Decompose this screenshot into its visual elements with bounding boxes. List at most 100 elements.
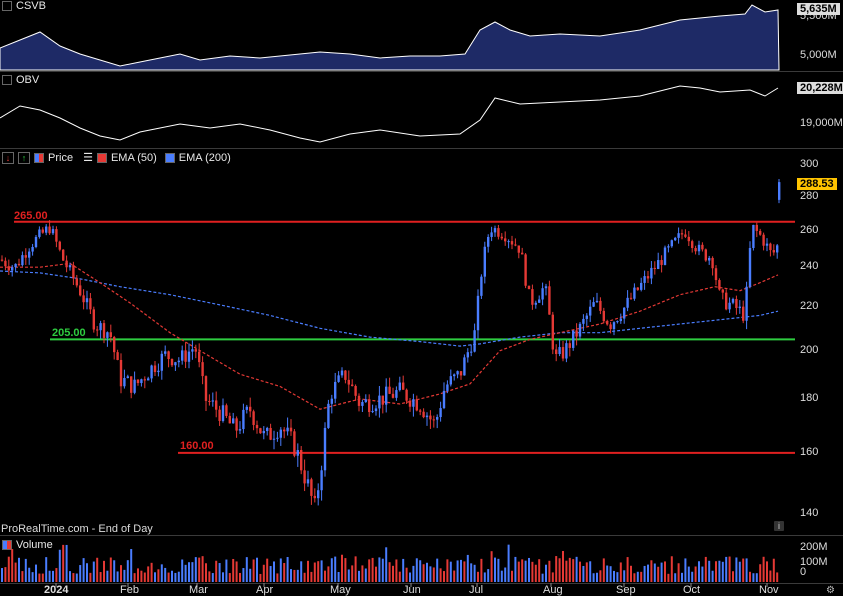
price-candle [293, 431, 296, 456]
csvb-tick: 5,000M [800, 49, 837, 61]
volume-bar [320, 560, 323, 582]
volume-bar [708, 560, 711, 582]
price-candle [249, 406, 252, 412]
volume-bar [664, 561, 666, 582]
volume-bar [364, 568, 367, 582]
price-candle [388, 386, 391, 394]
x-axis-label: Sep [616, 584, 636, 596]
price-candle [524, 254, 527, 286]
price-candle [320, 470, 323, 491]
volume-bar [354, 556, 357, 582]
price-candle [575, 330, 578, 337]
price-candle [181, 350, 184, 361]
price-candle [327, 403, 330, 428]
price-candle [599, 300, 602, 311]
volume-bar [759, 564, 762, 582]
volume-bar [86, 563, 88, 582]
volume-bar [48, 570, 51, 582]
volume-bar [517, 561, 520, 582]
volume-bar [38, 573, 41, 582]
price-candle [653, 267, 656, 270]
volume-bar [534, 564, 537, 582]
volume-bar [687, 566, 690, 582]
volume-bar [116, 571, 119, 582]
volume-bar [188, 562, 190, 582]
volume-bar [337, 572, 340, 582]
price-candle [85, 298, 89, 303]
price-candle [674, 237, 677, 241]
volume-bar [718, 560, 721, 582]
price-candle [572, 330, 575, 348]
price-candle [704, 249, 707, 261]
price-candle [748, 247, 752, 287]
volume-bar [443, 571, 445, 582]
volume-bar [239, 572, 241, 582]
x-axis-label: Nov [759, 584, 779, 596]
volume-bar [191, 562, 194, 582]
volume-bar [225, 559, 228, 582]
x-axis-label: May [330, 584, 351, 596]
volume-bar [650, 560, 653, 582]
volume-bar [69, 571, 71, 582]
volume-bar [422, 564, 425, 582]
volume-bar [385, 547, 388, 582]
price-candle [595, 300, 599, 303]
volume-bar [548, 560, 551, 582]
price-candle [167, 351, 170, 359]
price-candle [45, 226, 48, 233]
price-candle [609, 324, 612, 330]
volume-bar [45, 557, 48, 582]
volume-bar [636, 571, 639, 582]
volume-bar [137, 568, 139, 582]
price-candle [364, 399, 367, 402]
price-candle [626, 297, 629, 308]
price-candle [541, 288, 544, 300]
price-candle [194, 349, 197, 352]
volume-bar [419, 560, 422, 582]
price-candle [725, 292, 728, 310]
price-candle [429, 415, 432, 420]
price-candle [317, 490, 320, 499]
price-candle [772, 250, 775, 253]
price-candle [24, 255, 27, 258]
volume-bar [436, 558, 439, 582]
volume-bar [599, 570, 602, 582]
volume-bar [341, 554, 343, 582]
price-candle [578, 323, 582, 337]
price-tick: 220 [800, 300, 819, 313]
price-candle [96, 329, 99, 331]
volume-bar [463, 561, 466, 582]
volume-bar [562, 550, 564, 582]
volume-bar [113, 560, 116, 582]
volume-bar [728, 556, 731, 582]
price-last-badge: 288.53 [797, 178, 837, 190]
info-icon[interactable]: i [774, 521, 784, 531]
volume-bar [198, 557, 201, 582]
volume-bar [300, 561, 303, 582]
price-candle [330, 398, 333, 404]
volume-bar [677, 563, 680, 582]
price-tick: 240 [800, 260, 819, 273]
volume-bar [344, 558, 347, 582]
price-candle [449, 376, 452, 385]
volume-bar [378, 557, 381, 582]
volume-bar [568, 557, 571, 582]
price-candle [11, 267, 14, 271]
price-candle [616, 321, 619, 323]
volume-bar [41, 573, 44, 582]
price-candle [58, 241, 61, 250]
price-candle [116, 352, 119, 360]
price-candle [490, 232, 493, 237]
price-candle [752, 224, 755, 248]
price-candle [483, 246, 486, 277]
settings-icon[interactable]: ⚙ [826, 585, 838, 596]
price-candle [337, 375, 340, 382]
price-candle [0, 259, 4, 261]
volume-bar [453, 570, 456, 582]
price-candle [14, 263, 17, 268]
volume-bar [742, 558, 745, 582]
price-candle [204, 376, 208, 401]
price-candle [381, 395, 384, 405]
volume-bar [276, 573, 279, 582]
volume-bar [7, 556, 10, 582]
